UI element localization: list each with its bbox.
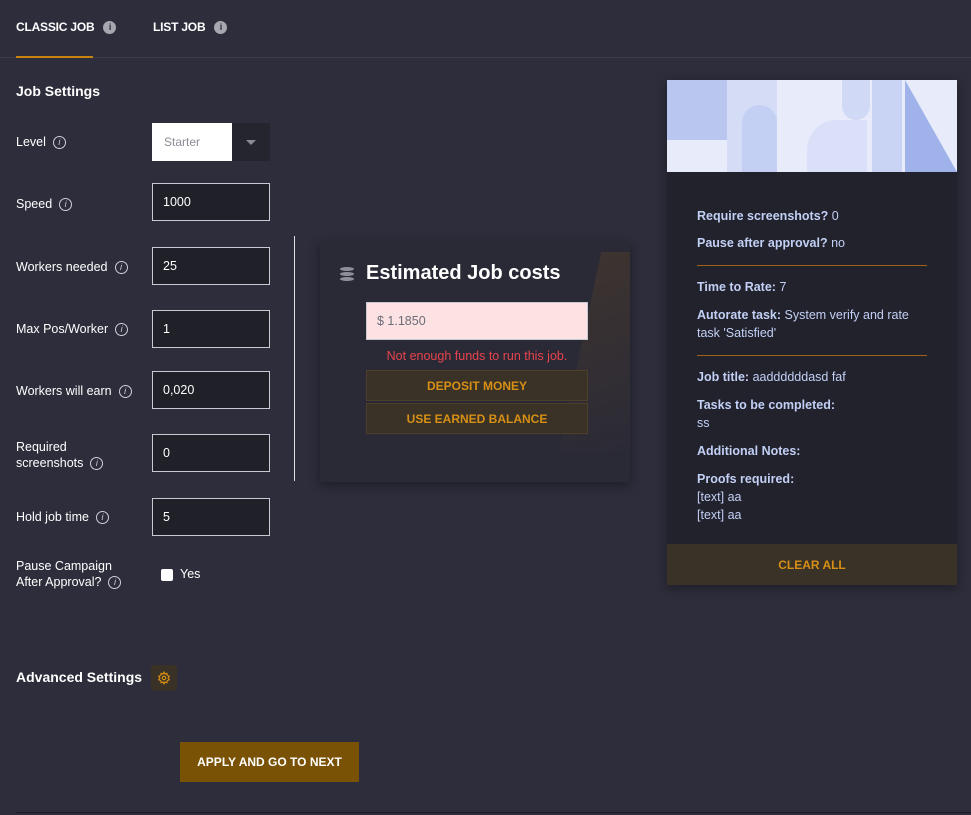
apply-and-go-next-button[interactable]: APPLY AND GO TO NEXT [180, 742, 359, 782]
summary-key: Job title: [697, 370, 750, 384]
help-icon[interactable]: i [115, 322, 129, 336]
help-icon[interactable]: i [118, 384, 132, 398]
use-earned-balance-button[interactable]: USE EARNED BALANCE [366, 403, 588, 434]
summary-value: System verify and rate [784, 308, 909, 322]
level-select[interactable]: Starter [152, 123, 270, 161]
pause-campaign-label-line1: Pause Campaign [16, 559, 112, 573]
info-icon[interactable]: i [214, 20, 228, 34]
info-icon[interactable]: i [103, 20, 117, 34]
level-select-value: Starter [152, 123, 232, 161]
coins-icon [340, 266, 354, 281]
pause-campaign-option-label[interactable]: Yes [180, 567, 200, 581]
job-type-tabs: CLASSIC JOB i LIST JOB i [0, 0, 971, 58]
job-summary-card: Require screenshots? 0 Pause after appro… [667, 80, 957, 585]
workers-needed-input[interactable]: 25 [152, 247, 270, 285]
summary-divider [697, 355, 927, 356]
clear-all-button[interactable]: CLEAR ALL [667, 544, 957, 585]
required-screenshots-input[interactable]: 0 [152, 434, 270, 472]
help-icon[interactable]: i [95, 510, 109, 524]
max-pos-label: Max Pos/Worker i [16, 321, 129, 337]
workers-earn-input[interactable]: 0,020 [152, 371, 270, 409]
cost-amount-field[interactable]: $ 1.1850 [366, 302, 588, 340]
summary-require-screenshots: Require screenshots? 0 [697, 207, 937, 225]
summary-time-to-rate: Time to Rate: 7 [697, 278, 937, 296]
job-settings-title: Job Settings [16, 83, 101, 99]
advanced-settings-title: Advanced Settings [16, 669, 143, 685]
level-label: Level i [16, 134, 66, 150]
summary-value: 0 [831, 209, 839, 223]
speed-label: Speed i [16, 196, 73, 212]
summary-tasks: Tasks to be completed: ss [697, 396, 937, 432]
deposit-money-button[interactable]: DEPOSIT MONEY [366, 370, 588, 401]
tab-classic-job-label: CLASSIC JOB [16, 20, 95, 34]
workers-needed-label-text: Workers needed [16, 260, 108, 274]
active-tab-indicator [16, 56, 93, 58]
summary-value: task 'Satisfied' [697, 326, 777, 340]
summary-key: Time to Rate: [697, 280, 776, 294]
max-pos-input[interactable]: 1 [152, 310, 270, 348]
summary-key: Proofs required: [697, 472, 795, 486]
summary-pause-after-approval: Pause after approval? no [697, 234, 937, 252]
bottom-divider [16, 812, 971, 813]
summary-key: Require screenshots? [697, 209, 829, 223]
help-icon[interactable]: i [90, 456, 104, 470]
tab-classic-job[interactable]: CLASSIC JOB i [16, 20, 117, 34]
summary-banner-image [667, 80, 957, 172]
summary-value: [text] aa [697, 490, 742, 504]
summary-value: [text] aa [697, 508, 742, 522]
required-screenshots-label-line1: Required [16, 440, 67, 454]
summary-value: ss [697, 416, 710, 430]
max-pos-label-text: Max Pos/Worker [16, 322, 109, 336]
summary-value: no [831, 236, 845, 250]
speed-input[interactable]: 1000 [152, 183, 270, 221]
tab-list-job[interactable]: LIST JOB i [153, 20, 228, 34]
summary-additional-notes: Additional Notes: [697, 442, 937, 460]
estimated-costs-title: Estimated Job costs [340, 262, 561, 285]
estimated-costs-card: Estimated Job costs $ 1.1850 Not enough … [320, 242, 630, 482]
required-screenshots-label: Required screenshots i [16, 439, 104, 471]
summary-value: aaddddddasd faf [752, 370, 846, 384]
help-icon[interactable]: i [59, 197, 73, 211]
summary-proofs: Proofs required: [text] aa [text] aa [697, 470, 937, 524]
speed-label-text: Speed [16, 197, 53, 211]
summary-divider [697, 265, 927, 266]
tab-list-job-label: LIST JOB [153, 20, 206, 34]
help-icon[interactable]: i [114, 260, 128, 274]
vertical-divider [294, 236, 295, 481]
summary-autorate-task: Autorate task: System verify and rate ta… [697, 306, 937, 342]
workers-needed-label: Workers needed i [16, 259, 128, 275]
help-icon[interactable]: i [52, 135, 66, 149]
gear-icon[interactable] [151, 665, 177, 691]
summary-value: 7 [779, 280, 787, 294]
summary-key: Autorate task: [697, 308, 782, 322]
summary-key: Additional Notes: [697, 444, 801, 458]
insufficient-funds-message: Not enough funds to run this job. [386, 349, 568, 363]
level-label-text: Level [16, 135, 46, 149]
pause-campaign-checkbox[interactable] [161, 569, 173, 581]
hold-job-label: Hold job time i [16, 509, 109, 525]
hold-job-label-text: Hold job time [16, 510, 89, 524]
pause-campaign-label-line2: After Approval? [16, 575, 102, 589]
hold-job-input[interactable]: 5 [152, 498, 270, 536]
summary-key: Pause after approval? [697, 236, 828, 250]
workers-earn-label-text: Workers will earn [16, 384, 112, 398]
summary-key: Tasks to be completed: [697, 398, 835, 412]
help-icon[interactable]: i [108, 575, 122, 589]
chevron-down-icon[interactable] [232, 123, 270, 161]
estimated-costs-title-text: Estimated Job costs [366, 262, 561, 284]
required-screenshots-label-line2: screenshots [16, 456, 84, 470]
pause-campaign-label: Pause Campaign After Approval? i [16, 558, 122, 590]
summary-job-title: Job title: aaddddddasd faf [697, 368, 937, 386]
workers-earn-label: Workers will earn i [16, 383, 132, 399]
